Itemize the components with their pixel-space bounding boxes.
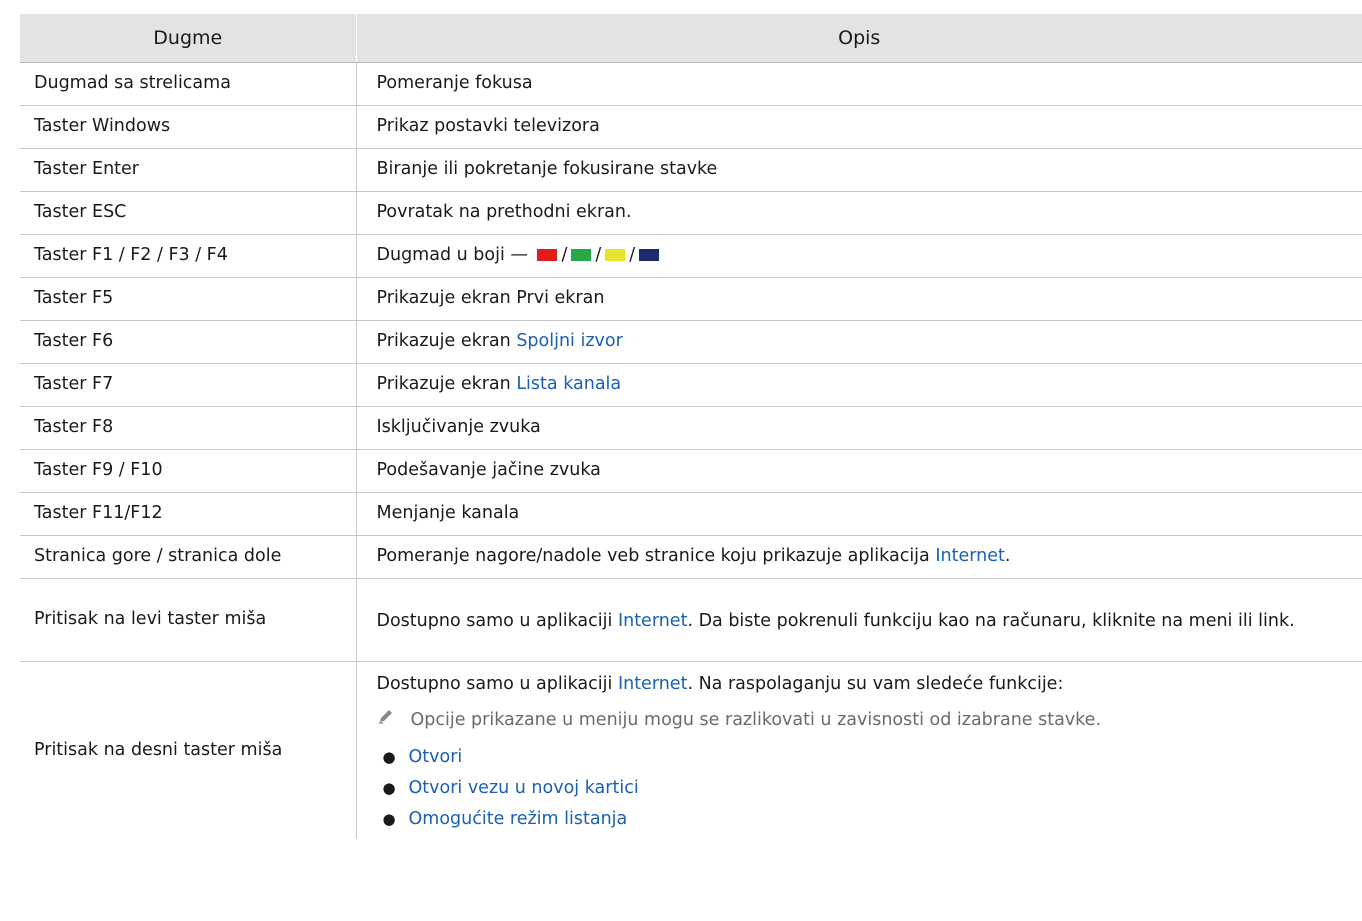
row-key: Taster Windows [20,105,357,149]
row-description: Biranje ili pokretanje fokusirane stavke [356,148,1362,192]
table-row: Taster ESC Povratak na prethodni ekran. [20,191,1362,235]
blue-color-swatch [639,249,660,262]
table-row: Stranica gore / stranica dole Pomeranje … [20,535,1362,579]
row-key: Pritisak na levi taster miša [20,578,357,662]
desc-paragraph: Dostupno samo u aplikaciji Internet. Na … [377,670,1353,698]
desc-prefix: Dostupno samo u aplikaciji [376,674,613,694]
column-header-button: Dugme [20,14,357,63]
table-row: Taster F1 / F2 / F3 / F4 Dugmad u boji —… [20,234,1362,278]
table-row: Dugmad sa strelicama Pomeranje fokusa [20,62,1362,106]
lista-kanala-link[interactable]: Lista kanala [516,374,621,394]
table-row: Taster F6 Prikazuje ekran Spoljni izvor [20,320,1362,364]
table-row: Taster Windows Prikaz postavki televizor… [20,105,1362,149]
internet-link[interactable]: Internet [618,611,688,631]
row-key: Taster F7 [20,363,357,407]
table-row: Taster F11/F12 Menjanje kanala [20,492,1362,536]
list-item: ● Otvori vezu u novoj kartici [377,773,1353,804]
note: Opcije prikazane u meniju mogu se razlik… [377,706,1353,734]
red-color-swatch [537,249,558,262]
bullet-icon: ● [382,748,396,766]
bullet-icon: ● [382,779,396,797]
table-row: Taster F8 Isključivanje zvuka [20,406,1362,450]
list-item: ● Omogućite režim listanja [377,804,1353,835]
row-description: Dostupno samo u aplikaciji Internet. Da … [356,578,1362,662]
row-key: Dugmad sa strelicama [20,62,357,106]
desc-prefix: Prikazuje ekran [376,374,511,395]
table-row: Taster F7 Prikazuje ekran Lista kanala [20,363,1362,407]
separator: / [561,245,568,266]
table-row: Pritisak na desni taster miša Dostupno s… [20,661,1362,840]
column-header-description: Opis [356,14,1362,63]
desc-suffix: . [1004,546,1011,567]
row-key: Taster F8 [20,406,357,450]
table-row: Pritisak na levi taster miša Dostupno sa… [20,578,1362,662]
open-in-new-tab-link[interactable]: Otvori vezu u novoj kartici [409,778,639,798]
row-key: Taster Enter [20,148,357,192]
options-list: ● Otvori ● Otvori vezu u novoj kartici ● Om… [377,742,1353,835]
desc-prefix: Dostupno samo u aplikaciji [376,611,613,631]
table-row: Taster F5 Prikazuje ekran Prvi ekran [20,277,1362,321]
row-description: Prikazuje ekran Lista kanala [356,363,1362,407]
list-item: ● Otvori [377,742,1353,773]
row-description: Podešavanje jačine zvuka [356,449,1362,493]
row-description: Pomeranje fokusa [356,62,1362,106]
separator: / [629,245,636,266]
row-key: Taster F9 / F10 [20,449,357,493]
row-description: Prikazuje ekran Prvi ekran [356,277,1362,321]
spoljni-izvor-link[interactable]: Spoljni izvor [516,331,622,351]
row-key: Taster F6 [20,320,357,364]
green-color-swatch [571,249,592,262]
desc-prefix: Pomeranje nagore/nadole veb stranice koj… [376,546,930,567]
desc-suffix: . Da biste pokrenuli funkciju kao na rač… [687,611,1295,631]
row-description: Prikaz postavki televizora [356,105,1362,149]
row-description: Isključivanje zvuka [356,406,1362,450]
table-header-row: Dugme Opis [20,14,1362,63]
keyboard-keys-table: Dugme Opis Dugmad sa strelicama Pomeranj… [20,14,1362,839]
row-key: Stranica gore / stranica dole [20,535,357,579]
internet-link[interactable]: Internet [935,546,1005,566]
bullet-icon: ● [382,810,396,828]
row-description: Prikazuje ekran Spoljni izvor [356,320,1362,364]
internet-link[interactable]: Internet [618,674,688,694]
table-row: Taster Enter Biranje ili pokretanje foku… [20,148,1362,192]
row-description: Povratak na prethodni ekran. [356,191,1362,235]
row-key: Taster ESC [20,191,357,235]
otvori-link[interactable]: Otvori [409,747,463,767]
yellow-color-swatch [605,249,626,262]
row-description: Menjanje kanala [356,492,1362,536]
table-row: Taster F9 / F10 Podešavanje jačine zvuka [20,449,1362,493]
row-description: Dugmad u boji — / / / [356,234,1362,278]
desc-suffix: . Na raspolaganju su vam sledeće funkcij… [687,674,1064,694]
desc-prefix: Prikazuje ekran [376,331,511,352]
desc-prefix: Dugmad u boji — [376,245,528,266]
row-key: Taster F1 / F2 / F3 / F4 [20,234,357,278]
pencil-icon [377,706,397,734]
row-key: Taster F11/F12 [20,492,357,536]
note-text: Opcije prikazane u meniju mogu se razlik… [410,710,1102,730]
browse-mode-link[interactable]: Omogućite režim listanja [409,809,628,829]
separator: / [595,245,602,266]
row-key: Pritisak na desni taster miša [20,661,357,839]
row-key: Taster F5 [20,277,357,321]
row-description: Pomeranje nagore/nadole veb stranice koj… [356,535,1362,579]
row-description: Dostupno samo u aplikaciji Internet. Na … [356,662,1362,840]
